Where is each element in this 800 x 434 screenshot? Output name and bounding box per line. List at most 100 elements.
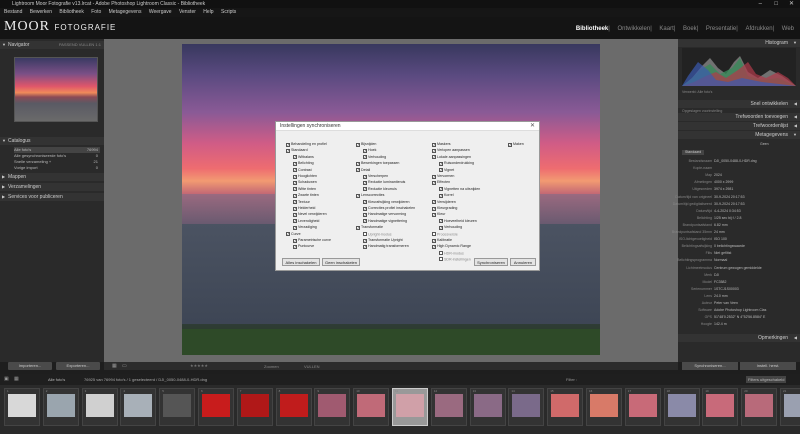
checkbox-box[interactable]: ✓ xyxy=(363,155,367,160)
setting-checkbox[interactable]: ✓Vignet xyxy=(439,168,454,173)
menu-bibliotheek[interactable]: Bibliotheek xyxy=(59,9,83,15)
setting-checkbox[interactable]: ✓Bewerkingen toepassen xyxy=(356,161,399,166)
setting-checkbox[interactable]: ✓Verwijderen xyxy=(432,200,456,205)
filmstrip-thumbnail[interactable]: 21 xyxy=(780,388,800,426)
checkbox-box[interactable]: ✓ xyxy=(293,212,297,217)
metadata-value[interactable]: Normaal xyxy=(714,258,727,263)
checkbox-box[interactable] xyxy=(432,231,436,236)
metadata-value[interactable]: 2024 xyxy=(714,173,722,178)
checkbox-box[interactable]: ✓ xyxy=(363,148,367,153)
checkbox-box[interactable]: ✓ xyxy=(432,200,436,205)
synchronize-button[interactable]: Synchroniseren xyxy=(474,258,508,266)
module-bibliotheek[interactable]: Bibliotheek xyxy=(576,26,608,32)
module-presentatie[interactable]: Presentatie xyxy=(706,26,736,32)
module-boek[interactable]: Boek xyxy=(683,26,697,32)
metadata-value[interactable]: Niet geflitst xyxy=(714,251,731,256)
filmstrip-thumbnail[interactable]: 15 xyxy=(547,388,584,426)
metadata-value[interactable]: 30-9-2024 20:17:53 xyxy=(714,202,745,207)
checkbox-box[interactable]: ✓ xyxy=(293,174,297,179)
setting-checkbox[interactable]: ✓Witbalans xyxy=(293,155,314,160)
setting-checkbox[interactable]: ✓Transformatie Upright xyxy=(363,238,403,243)
setting-checkbox[interactable]: ✓Nevel verwijderen xyxy=(293,212,327,217)
cancel-button[interactable]: Annuleren xyxy=(510,258,536,266)
filmstrip-thumbnail[interactable]: 9 xyxy=(314,388,351,426)
checkbox-box[interactable]: ✓ xyxy=(363,180,367,185)
filmstrip-thumbnail[interactable]: 16 xyxy=(586,388,622,426)
dialog-close-icon[interactable]: ✕ xyxy=(530,122,535,131)
setting-checkbox[interactable]: ✓Ruisonderdrukking xyxy=(439,161,474,166)
setting-checkbox[interactable]: ✓Maken xyxy=(508,142,524,147)
filmstrip-thumbnail[interactable]: 8 xyxy=(275,388,312,426)
setting-checkbox[interactable]: ✓Lokale aanpassingen xyxy=(432,155,471,160)
checkbox-box[interactable]: ✓ xyxy=(356,193,360,198)
setting-checkbox[interactable]: ✓Effecten xyxy=(432,180,450,185)
filmstrip-thumbnail[interactable]: 6 xyxy=(198,388,234,426)
catalog-row[interactable]: Vorige import 0 xyxy=(14,165,100,171)
filmstrip-thumbnail[interactable]: 19 xyxy=(702,388,739,426)
filmstrip-thumbnail[interactable]: 13 xyxy=(469,388,506,426)
metadata-value[interactable]: 51°48'0.2532" N 4°52'56.8584" E xyxy=(714,315,765,320)
setting-checkbox[interactable]: ✓Korrel xyxy=(439,193,454,198)
metadata-value[interactable]: Centrum gewogen gemiddelde xyxy=(714,266,762,271)
check-none-button[interactable]: Geen inschakelen xyxy=(322,258,360,266)
filmstrip-thumbnail[interactable]: 12 xyxy=(430,388,467,426)
setting-checkbox[interactable]: ✓Kalibratie xyxy=(432,238,452,243)
setting-checkbox[interactable]: SDR-instellingen xyxy=(439,257,471,262)
menu-venster[interactable]: Venster xyxy=(179,9,196,15)
loupe-view-icon[interactable]: ▭ xyxy=(122,363,127,369)
checkbox-box[interactable]: ✓ xyxy=(293,193,297,198)
checkbox-box[interactable]: ✓ xyxy=(293,206,297,211)
checkbox-box[interactable]: ✓ xyxy=(293,161,297,166)
metadata-value[interactable]: 30-9-2024 20:17:53 xyxy=(714,195,745,200)
setting-checkbox[interactable]: ✓Verzadiging xyxy=(293,225,317,230)
checkbox-box[interactable]: ✓ xyxy=(293,238,297,243)
metadata-value[interactable]: 24.0 mm xyxy=(714,294,728,299)
metadata-value[interactable]: 1STCJ1S00003 xyxy=(714,287,739,292)
metadata-value[interactable]: FC3582 xyxy=(714,280,726,285)
checkbox-box[interactable]: ✓ xyxy=(293,187,297,192)
filmstrip-thumbnail[interactable]: 14 xyxy=(508,388,545,426)
metadata-value[interactable]: Peter van Veen xyxy=(714,301,738,306)
checkbox-box[interactable]: ✓ xyxy=(432,206,436,211)
checkbox-box[interactable]: ✓ xyxy=(293,180,297,185)
setting-checkbox[interactable]: ✓Standaard xyxy=(286,148,308,153)
collections-header[interactable]: ▶ Verzamelingen xyxy=(0,183,104,191)
checkbox-box[interactable]: ✓ xyxy=(432,155,436,160)
setting-checkbox[interactable]: ✓Verlopen aanpassen xyxy=(432,148,470,153)
setting-checkbox[interactable]: ✓Belichting xyxy=(293,161,314,166)
module-ontwikkelen[interactable]: Ontwikkelen xyxy=(618,26,651,32)
menu-bestand[interactable]: Bestand xyxy=(4,9,22,15)
setting-checkbox[interactable]: ✓Verscherpen xyxy=(363,174,388,179)
checkbox-box[interactable]: ✓ xyxy=(439,225,443,230)
checkbox-box[interactable]: ✓ xyxy=(363,238,367,243)
filmstrip-thumbnail[interactable]: 1 xyxy=(4,388,40,426)
minimize-button[interactable]: – xyxy=(759,0,762,8)
filmstrip-thumbnail[interactable]: 5 xyxy=(159,388,196,426)
metadata-value[interactable]: 3974 x 2981 xyxy=(714,187,733,192)
checkbox-box[interactable]: ✓ xyxy=(432,148,436,153)
checkbox-box[interactable]: ✓ xyxy=(356,168,360,173)
checkbox-box[interactable]: ✓ xyxy=(293,225,297,230)
close-button[interactable]: ✕ xyxy=(789,0,794,8)
setting-checkbox[interactable]: ✓Hoeveelheid kleuren xyxy=(439,219,477,224)
checkbox-box[interactable]: ✓ xyxy=(356,225,360,230)
menu-metagegevens[interactable]: Metagegevens xyxy=(109,9,142,15)
checkbox-box[interactable]: ✓ xyxy=(363,212,367,217)
checkbox-box[interactable]: ✓ xyxy=(439,193,443,198)
checkbox-box[interactable]: ✓ xyxy=(363,219,367,224)
metadata-value[interactable]: ISO 100 xyxy=(714,237,727,242)
checkbox-box[interactable]: ✓ xyxy=(293,155,297,160)
setting-checkbox[interactable]: ✓Reductie luminantieruis xyxy=(363,180,405,185)
checkbox-box[interactable]: ✓ xyxy=(286,148,290,153)
setting-checkbox[interactable]: ✓Reductie kleurruis xyxy=(363,187,397,192)
setting-checkbox[interactable]: ✓Zwarte tinten xyxy=(293,193,319,198)
setting-checkbox[interactable]: ✓Handmatige vervorming xyxy=(363,212,406,217)
setting-checkbox[interactable]: ✓Schaduwen xyxy=(293,180,317,185)
checkbox-box[interactable]: ✓ xyxy=(439,219,443,224)
setting-checkbox[interactable]: ✓Kleurgrading xyxy=(432,206,457,211)
metadata-value[interactable]: 4-4-2024 0:34:53 xyxy=(714,209,741,214)
filmstrip-thumbnail[interactable]: 20 xyxy=(741,388,778,426)
checkbox-box[interactable]: ✓ xyxy=(356,142,360,147)
metadata-mode[interactable]: Standaard xyxy=(682,150,705,155)
setting-checkbox[interactable]: ✓Helderheid xyxy=(293,206,315,211)
